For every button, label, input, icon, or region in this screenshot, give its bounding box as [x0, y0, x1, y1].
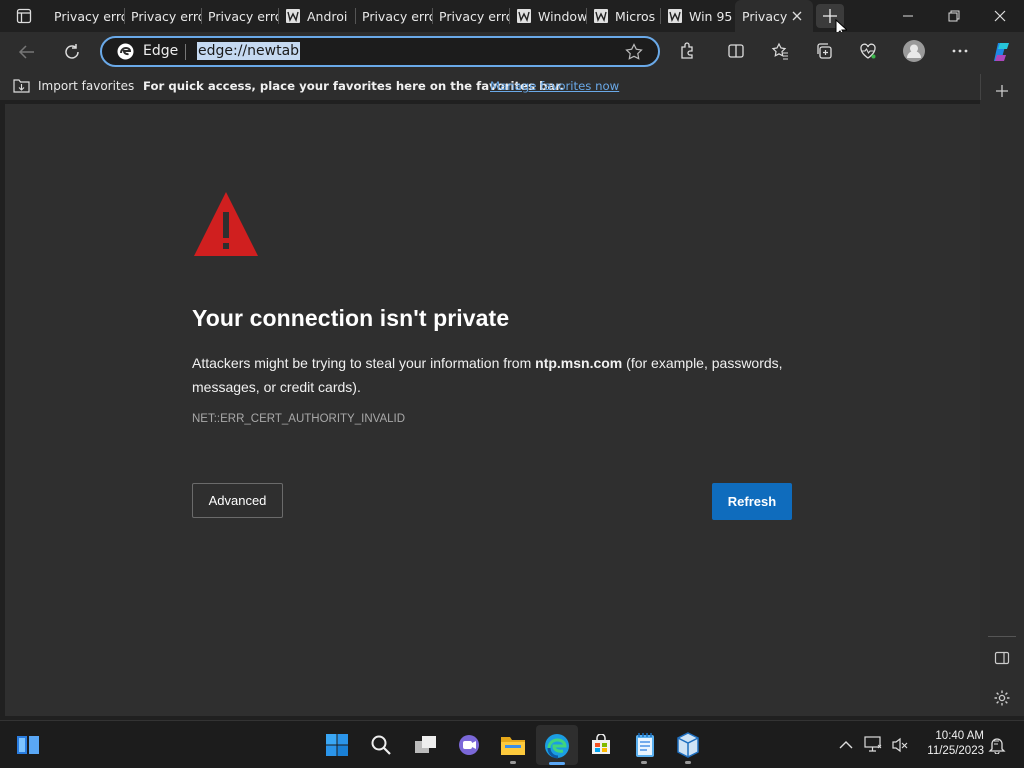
wikipedia-icon [593, 8, 609, 24]
show-hidden-icons-chevron-icon[interactable] [839, 740, 853, 750]
tab-label: Privacy error [131, 8, 202, 24]
extensions-icon[interactable] [678, 42, 696, 60]
url-text[interactable]: edge://newtab [197, 42, 301, 60]
host-name: ntp.msn.com [535, 355, 623, 371]
tab-label: Privacy [742, 8, 788, 24]
refresh-button[interactable]: Refresh [712, 483, 792, 520]
back-icon[interactable] [18, 43, 36, 61]
more-menu-icon[interactable] [951, 49, 969, 53]
tab-privacy-error[interactable]: Privacy erro [356, 0, 433, 32]
notifications-icon[interactable] [988, 736, 1006, 754]
wikipedia-icon [516, 8, 532, 24]
tab-label: Privacy error [208, 8, 279, 24]
split-screen-icon[interactable] [727, 42, 745, 60]
clock-time: 10:40 AM [935, 730, 984, 742]
virtualbox-indicator [685, 761, 691, 764]
description-prefix: Attackers might be trying to steal your … [192, 355, 536, 371]
tab-privacy-error[interactable]: Privacy erro [433, 0, 510, 32]
import-favorites-button[interactable]: Import favorites [13, 78, 134, 93]
search-icon[interactable] [370, 734, 392, 756]
error-code: NET::ERR_CERT_AUTHORITY_INVALID [192, 413, 406, 425]
tab-label: Privacy erro [439, 8, 510, 24]
wikipedia-icon [285, 8, 301, 24]
start-windows-icon[interactable] [325, 733, 349, 757]
clock-date: 11/25/2023 [927, 745, 984, 757]
file-explorer-indicator [510, 761, 516, 764]
edge-logo-icon [117, 43, 134, 60]
profile-avatar[interactable] [903, 40, 925, 62]
tab-privacy-error[interactable]: Privacy error [48, 0, 125, 32]
hide-sidebar-icon[interactable] [994, 650, 1010, 666]
tab-label: Win 95 [689, 8, 733, 24]
tab-label: Micros [615, 8, 656, 24]
virtualbox-icon[interactable] [676, 732, 700, 758]
widgets-icon[interactable] [16, 734, 40, 756]
notepad-icon[interactable] [634, 732, 656, 758]
edge-taskbar-indicator [549, 762, 565, 765]
file-explorer-icon[interactable] [500, 734, 526, 756]
close-window-icon[interactable] [994, 10, 1006, 22]
favorites-bar: Import favorites For quick access, place… [0, 72, 1024, 100]
close-tab-icon[interactable] [791, 10, 803, 22]
tab-privacy-error[interactable]: Privacy error [125, 0, 202, 32]
tab-windows[interactable]: Window [510, 0, 587, 32]
advanced-button[interactable]: Advanced [192, 483, 283, 518]
tab-label: Privacy error [54, 8, 125, 24]
restore-icon[interactable] [948, 10, 960, 22]
browser-essentials-icon[interactable] [859, 42, 877, 60]
import-favorites-label: Import favorites [38, 78, 135, 93]
refresh-icon[interactable] [63, 43, 81, 61]
description-suffix: (for example, passwords, [622, 355, 783, 371]
tab-bar: Privacy error Privacy error Privacy erro… [0, 0, 1024, 38]
collections-icon[interactable] [815, 42, 833, 60]
wikipedia-icon [667, 8, 683, 24]
sidebar-top-separator [980, 74, 981, 100]
microsoft-store-icon[interactable] [590, 734, 612, 756]
network-icon[interactable] [864, 736, 882, 752]
tab-label: Privacy erro [362, 8, 433, 24]
description-line2: messages, or credit cards). [192, 379, 361, 395]
page-content: Your connection isn't private Attackers … [5, 104, 980, 716]
tab-microsoft[interactable]: Micros [587, 0, 661, 32]
sidebar-bottom-separator [988, 636, 1016, 637]
address-bar[interactable]: Edge edge://newtab [100, 36, 660, 67]
tab-actions-icon[interactable] [16, 8, 32, 24]
edge-sidebar [980, 72, 1024, 716]
copilot-icon[interactable] [990, 40, 1014, 64]
tab-privacy-active[interactable]: Privacy [735, 0, 813, 32]
favorites-icon[interactable] [771, 42, 789, 60]
tab-label: Androi [307, 8, 348, 24]
task-view-icon[interactable] [414, 735, 438, 755]
add-sidebar-app-icon[interactable] [995, 84, 1009, 98]
error-heading: Your connection isn't private [192, 305, 510, 331]
minimize-icon[interactable] [902, 10, 914, 22]
manage-favorites-link[interactable]: Manage favorites now [490, 79, 619, 93]
warning-triangle-icon [192, 190, 260, 258]
tab-privacy-error[interactable]: Privacy error [202, 0, 279, 32]
tab-android[interactable]: Androi [279, 0, 356, 32]
tab-label: Window [538, 8, 587, 24]
taskbar: 10:40 AM 11/25/2023 [0, 720, 1024, 768]
volume-muted-icon[interactable] [891, 737, 909, 753]
edge-label: Edge [143, 43, 179, 59]
customize-sidebar-gear-icon[interactable] [993, 689, 1011, 707]
address-separator [185, 44, 186, 60]
error-description: Attackers might be trying to steal your … [192, 351, 812, 399]
import-folder-icon [13, 78, 30, 93]
add-favorite-star-icon[interactable] [625, 43, 643, 61]
notepad-indicator [641, 761, 647, 764]
chat-icon[interactable] [457, 734, 481, 756]
tab-win95[interactable]: Win 95 [661, 0, 735, 32]
clock[interactable]: 10:40 AM 11/25/2023 [918, 729, 984, 759]
edge-taskbar-icon[interactable] [544, 733, 570, 759]
